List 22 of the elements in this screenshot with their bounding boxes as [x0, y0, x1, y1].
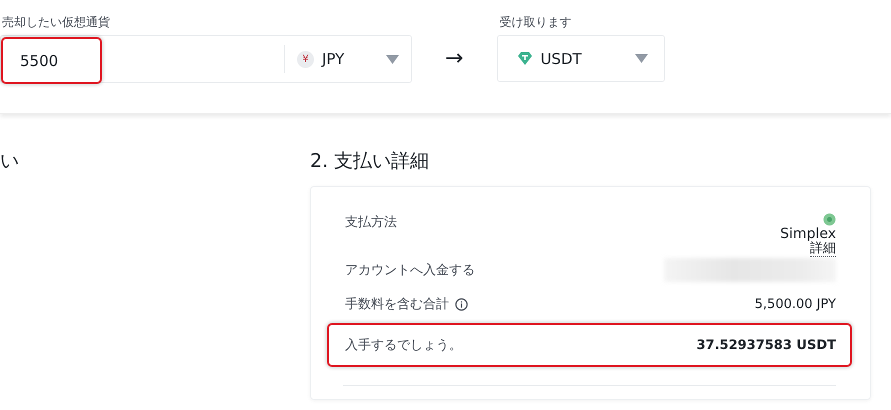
row-label: 入手するでしょう。 — [345, 337, 462, 354]
method-name: Simplex — [780, 226, 836, 242]
dropdown-caret-icon — [635, 54, 648, 63]
amount-input[interactable]: 5500 — [1, 37, 102, 84]
arrow: → — [445, 46, 464, 71]
currency-select[interactable]: USDT — [497, 35, 666, 82]
row-label: 支払方法 — [345, 214, 397, 231]
yen-icon: ¥ — [297, 50, 314, 68]
field-label: 売却したい仮想通貨 — [2, 14, 111, 31]
gem-icon — [518, 52, 532, 65]
row-value: 5,500.00 JPY — [754, 296, 836, 312]
dropdown-caret-icon — [386, 54, 399, 64]
info-icon[interactable] — [455, 298, 468, 311]
currency-select[interactable]: ¥ JPY — [285, 36, 411, 82]
flower-logo-icon — [823, 213, 836, 226]
row-label: アカウントへ入金する — [345, 262, 475, 280]
field-label: 受け取ります — [499, 14, 572, 31]
row-label: 手数料を含む合計 — [345, 296, 449, 314]
section-title: い — [0, 149, 20, 174]
section-title: 2. 支払い詳細 — [310, 149, 430, 174]
row-value: 37.52937583 USDT — [696, 338, 836, 353]
details-link[interactable]: 詳細 — [810, 242, 836, 258]
